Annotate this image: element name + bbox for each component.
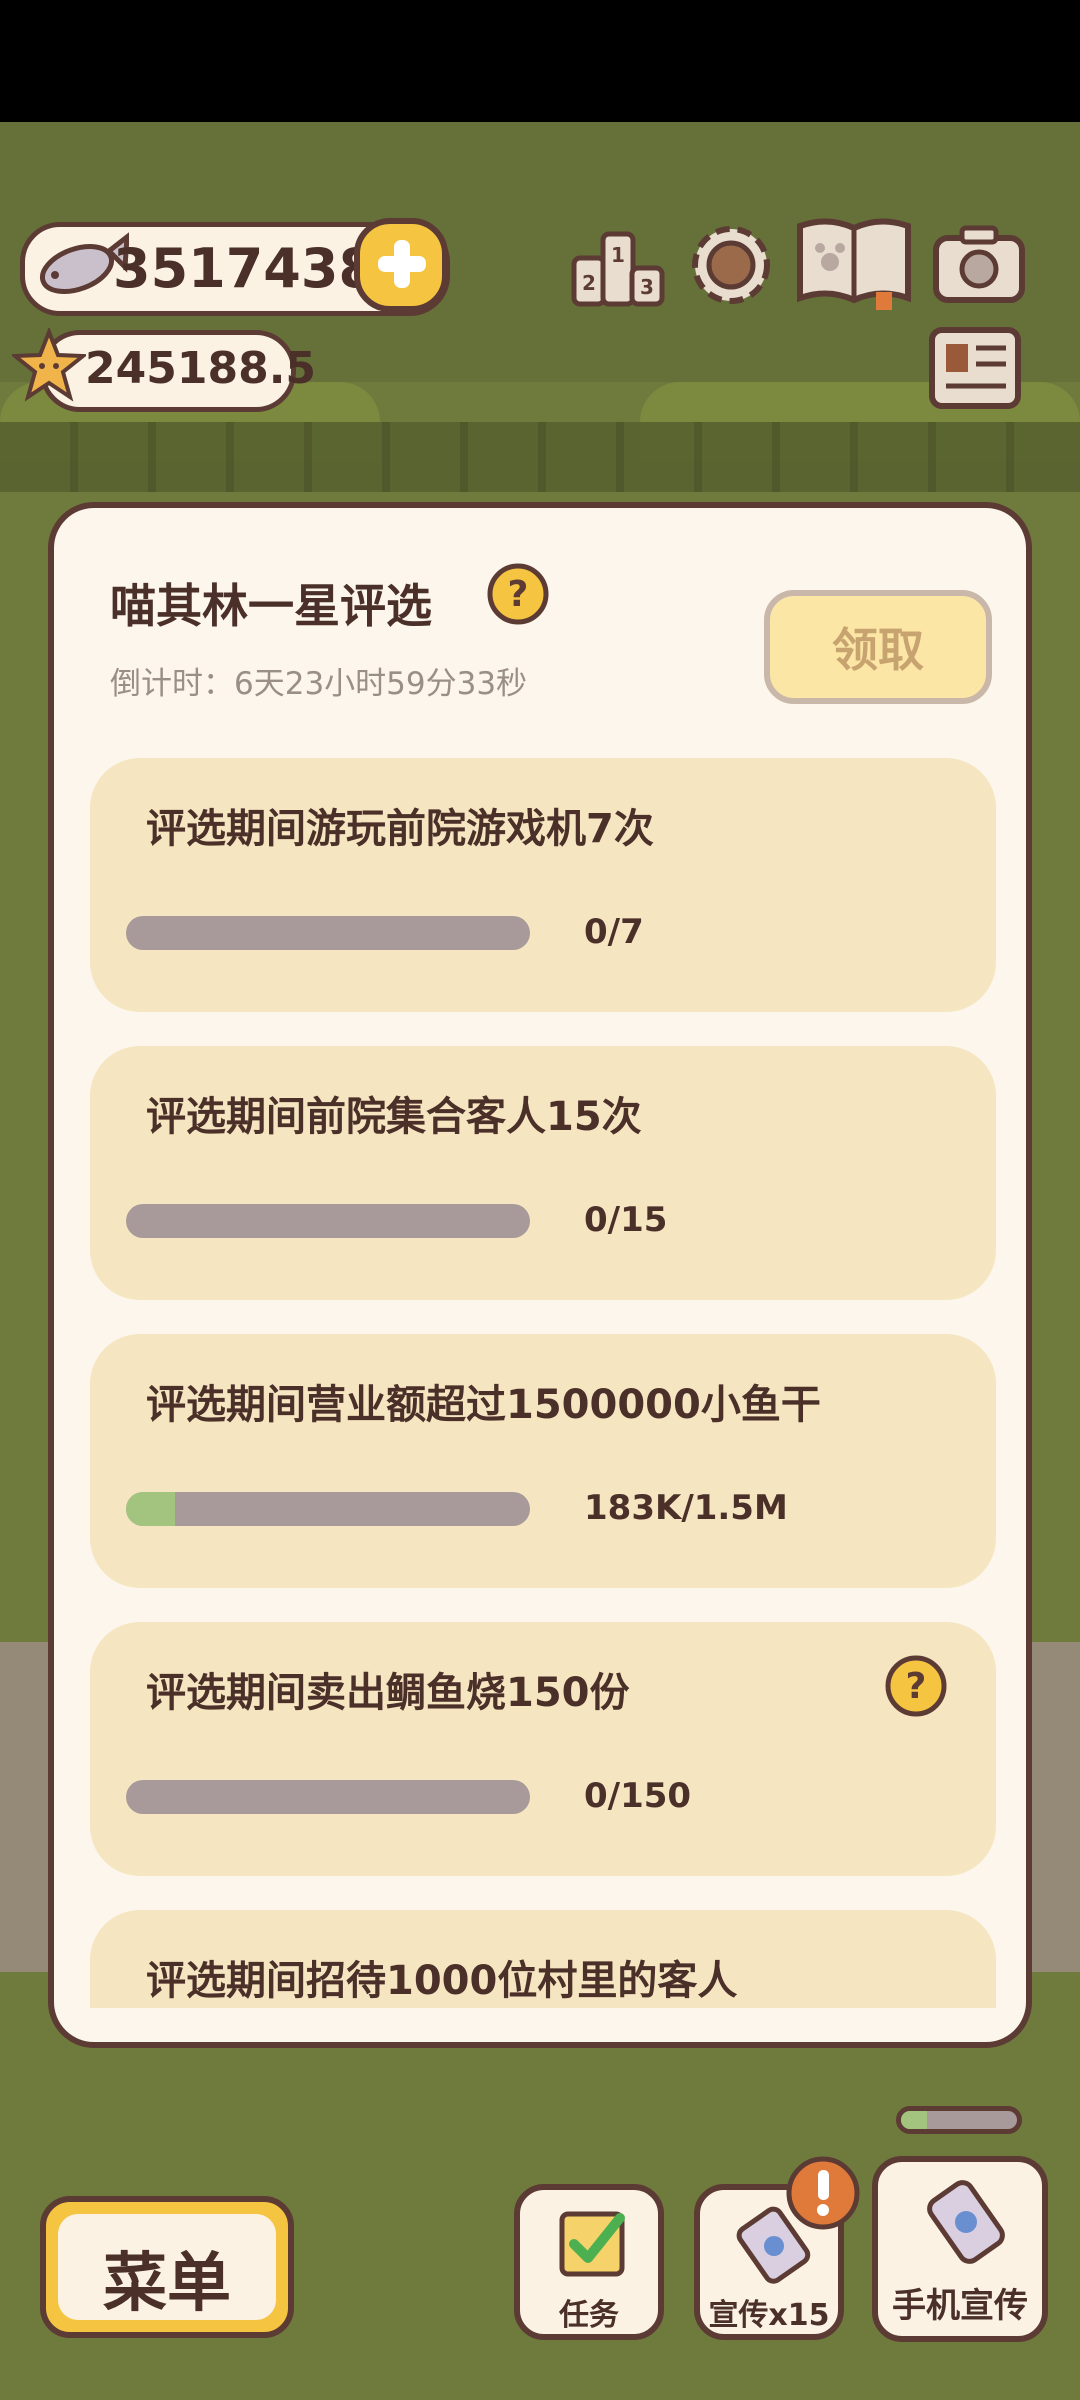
task-title: 评选期间营业额超过1500000小鱼干 bbox=[146, 1382, 821, 1428]
ranking-icon[interactable]: 1 2 3 bbox=[570, 218, 666, 310]
newspaper-icon[interactable] bbox=[928, 326, 1022, 412]
task-card: 评选期间游玩前院游戏机7次 0/7 bbox=[90, 758, 996, 1012]
phone-promo-button[interactable]: 手机宣传 bbox=[872, 2156, 1048, 2342]
help-icon[interactable]: ? bbox=[486, 562, 550, 626]
claim-button[interactable]: 领取 bbox=[764, 590, 992, 704]
michelin-event-panel: 喵其林一星评选 ? 倒计时：6天23小时59分33秒 领取 评选期间游玩前院游戏… bbox=[48, 502, 1032, 2048]
add-fish-button[interactable] bbox=[354, 218, 448, 312]
svg-text:?: ? bbox=[906, 1666, 927, 1707]
progress-text: 0/150 bbox=[584, 1776, 692, 1816]
svg-text:1: 1 bbox=[611, 243, 625, 267]
camera-icon[interactable] bbox=[932, 222, 1026, 306]
progress-bar bbox=[126, 1204, 530, 1238]
star-count: 245188.5 bbox=[85, 343, 317, 394]
promo-label: 宣传x15 bbox=[708, 2298, 830, 2333]
progress-bar bbox=[126, 1492, 530, 1526]
progress-text: 0/7 bbox=[584, 912, 644, 952]
task-title: 评选期间招待1000位村里的客人 bbox=[146, 1958, 738, 2004]
phone-icon bbox=[927, 2180, 1005, 2264]
plus-icon bbox=[378, 240, 426, 288]
progress-fill bbox=[126, 1492, 176, 1526]
svg-text:?: ? bbox=[508, 574, 529, 615]
fence bbox=[0, 422, 1080, 492]
task-card: 评选期间营业额超过1500000小鱼干 183K/1.5M bbox=[90, 1334, 996, 1588]
scene-progress-bar bbox=[896, 2106, 1022, 2134]
progress-bar bbox=[126, 916, 530, 950]
paw-book-icon[interactable] bbox=[794, 214, 914, 310]
svg-text:3: 3 bbox=[640, 275, 654, 299]
alert-badge-icon bbox=[786, 2156, 860, 2230]
tasks-label: 任务 bbox=[559, 2298, 619, 2333]
phone-promo-label: 手机宣传 bbox=[892, 2286, 1028, 2326]
scene-progress-fill bbox=[901, 2111, 927, 2129]
task-card: 评选期间卖出鲷鱼烧150份 ? 0/150 bbox=[90, 1622, 996, 1876]
gear-icon[interactable] bbox=[684, 218, 778, 312]
countdown-text: 倒计时：6天23小时59分33秒 bbox=[110, 666, 528, 702]
progress-text: 183K/1.5M bbox=[584, 1488, 788, 1528]
task-list[interactable]: 评选期间游玩前院游戏机7次 0/7 评选期间前院集合客人15次 0/15 评选期… bbox=[90, 758, 996, 2008]
task-title: 评选期间卖出鲷鱼烧150份 bbox=[146, 1670, 630, 1716]
progress-text: 0/15 bbox=[584, 1200, 668, 1240]
task-card: 评选期间前院集合客人15次 0/15 bbox=[90, 1046, 996, 1300]
task-title: 评选期间前院集合客人15次 bbox=[146, 1094, 642, 1140]
menu-button[interactable]: 菜单 bbox=[40, 2196, 294, 2338]
task-card: 评选期间招待1000位村里的客人 bbox=[90, 1910, 996, 2008]
task-title: 评选期间游玩前院游戏机7次 bbox=[146, 806, 654, 852]
help-icon[interactable]: ? bbox=[884, 1654, 948, 1718]
progress-bar bbox=[126, 1780, 530, 1814]
star-icon bbox=[12, 328, 86, 402]
panel-title: 喵其林一星评选 bbox=[110, 579, 432, 633]
tasks-button[interactable]: 任务 bbox=[514, 2184, 664, 2340]
checklist-icon bbox=[559, 2211, 625, 2277]
svg-text:2: 2 bbox=[582, 271, 596, 295]
menu-label: 菜单 bbox=[103, 2247, 231, 2321]
